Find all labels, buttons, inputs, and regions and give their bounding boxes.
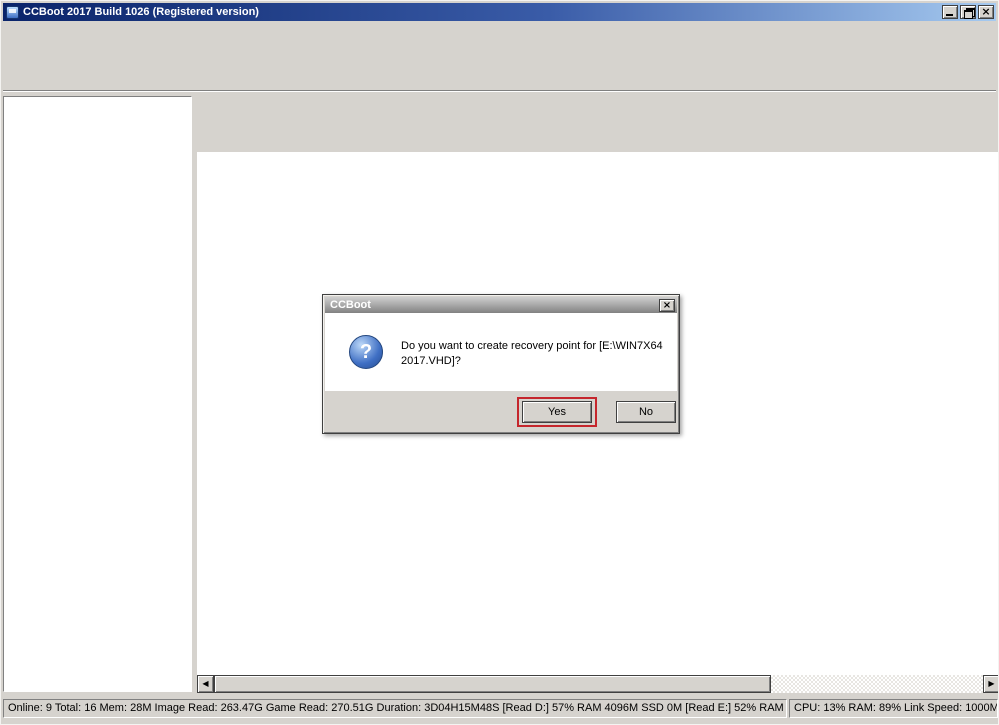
scroll-right-button[interactable]: ▶	[983, 675, 999, 693]
dialog-message: Do you want to create recovery point for…	[401, 339, 669, 369]
recovery-point-dialog: CCBoot ? Do you want to create recovery …	[322, 294, 680, 434]
title-bar: CCBoot 2017 Build 1026 (Registered versi…	[3, 3, 996, 21]
horizontal-scrollbar[interactable]: ◀ ▶	[197, 675, 999, 693]
dialog-title-bar: CCBoot	[325, 297, 677, 313]
window-title: CCBoot 2017 Build 1026 (Registered versi…	[23, 6, 942, 18]
app-icon	[6, 6, 19, 19]
sidebar-tree	[3, 96, 192, 692]
status-summary: Online: 9 Total: 16 Mem: 28M Image Read:…	[3, 699, 787, 718]
client-toolbar	[197, 96, 996, 135]
restore-button[interactable]	[960, 5, 976, 19]
table-header	[197, 135, 999, 152]
minimize-button[interactable]	[942, 5, 958, 19]
status-bar: Online: 9 Total: 16 Mem: 28M Image Read:…	[1, 694, 999, 724]
dialog-body: ? Do you want to create recovery point f…	[325, 313, 677, 391]
scroll-left-button[interactable]: ◀	[197, 675, 214, 693]
scrollbar-thumb[interactable]	[214, 675, 771, 693]
main-toolbar	[3, 38, 996, 91]
ccboot-window: CCBoot 2017 Build 1026 (Registered versi…	[0, 0, 999, 725]
dialog-close-icon[interactable]	[659, 299, 675, 312]
no-button[interactable]: No	[616, 401, 676, 423]
menu-bar	[3, 21, 996, 38]
dialog-buttons: Yes No	[325, 389, 677, 431]
yes-button[interactable]: Yes	[522, 401, 592, 423]
window-close-button[interactable]	[978, 5, 994, 19]
status-cpu-ram: CPU: 13% RAM: 89% Link Speed: 1000M	[789, 699, 998, 718]
dialog-title: CCBoot	[330, 299, 659, 311]
question-icon: ?	[349, 335, 383, 369]
